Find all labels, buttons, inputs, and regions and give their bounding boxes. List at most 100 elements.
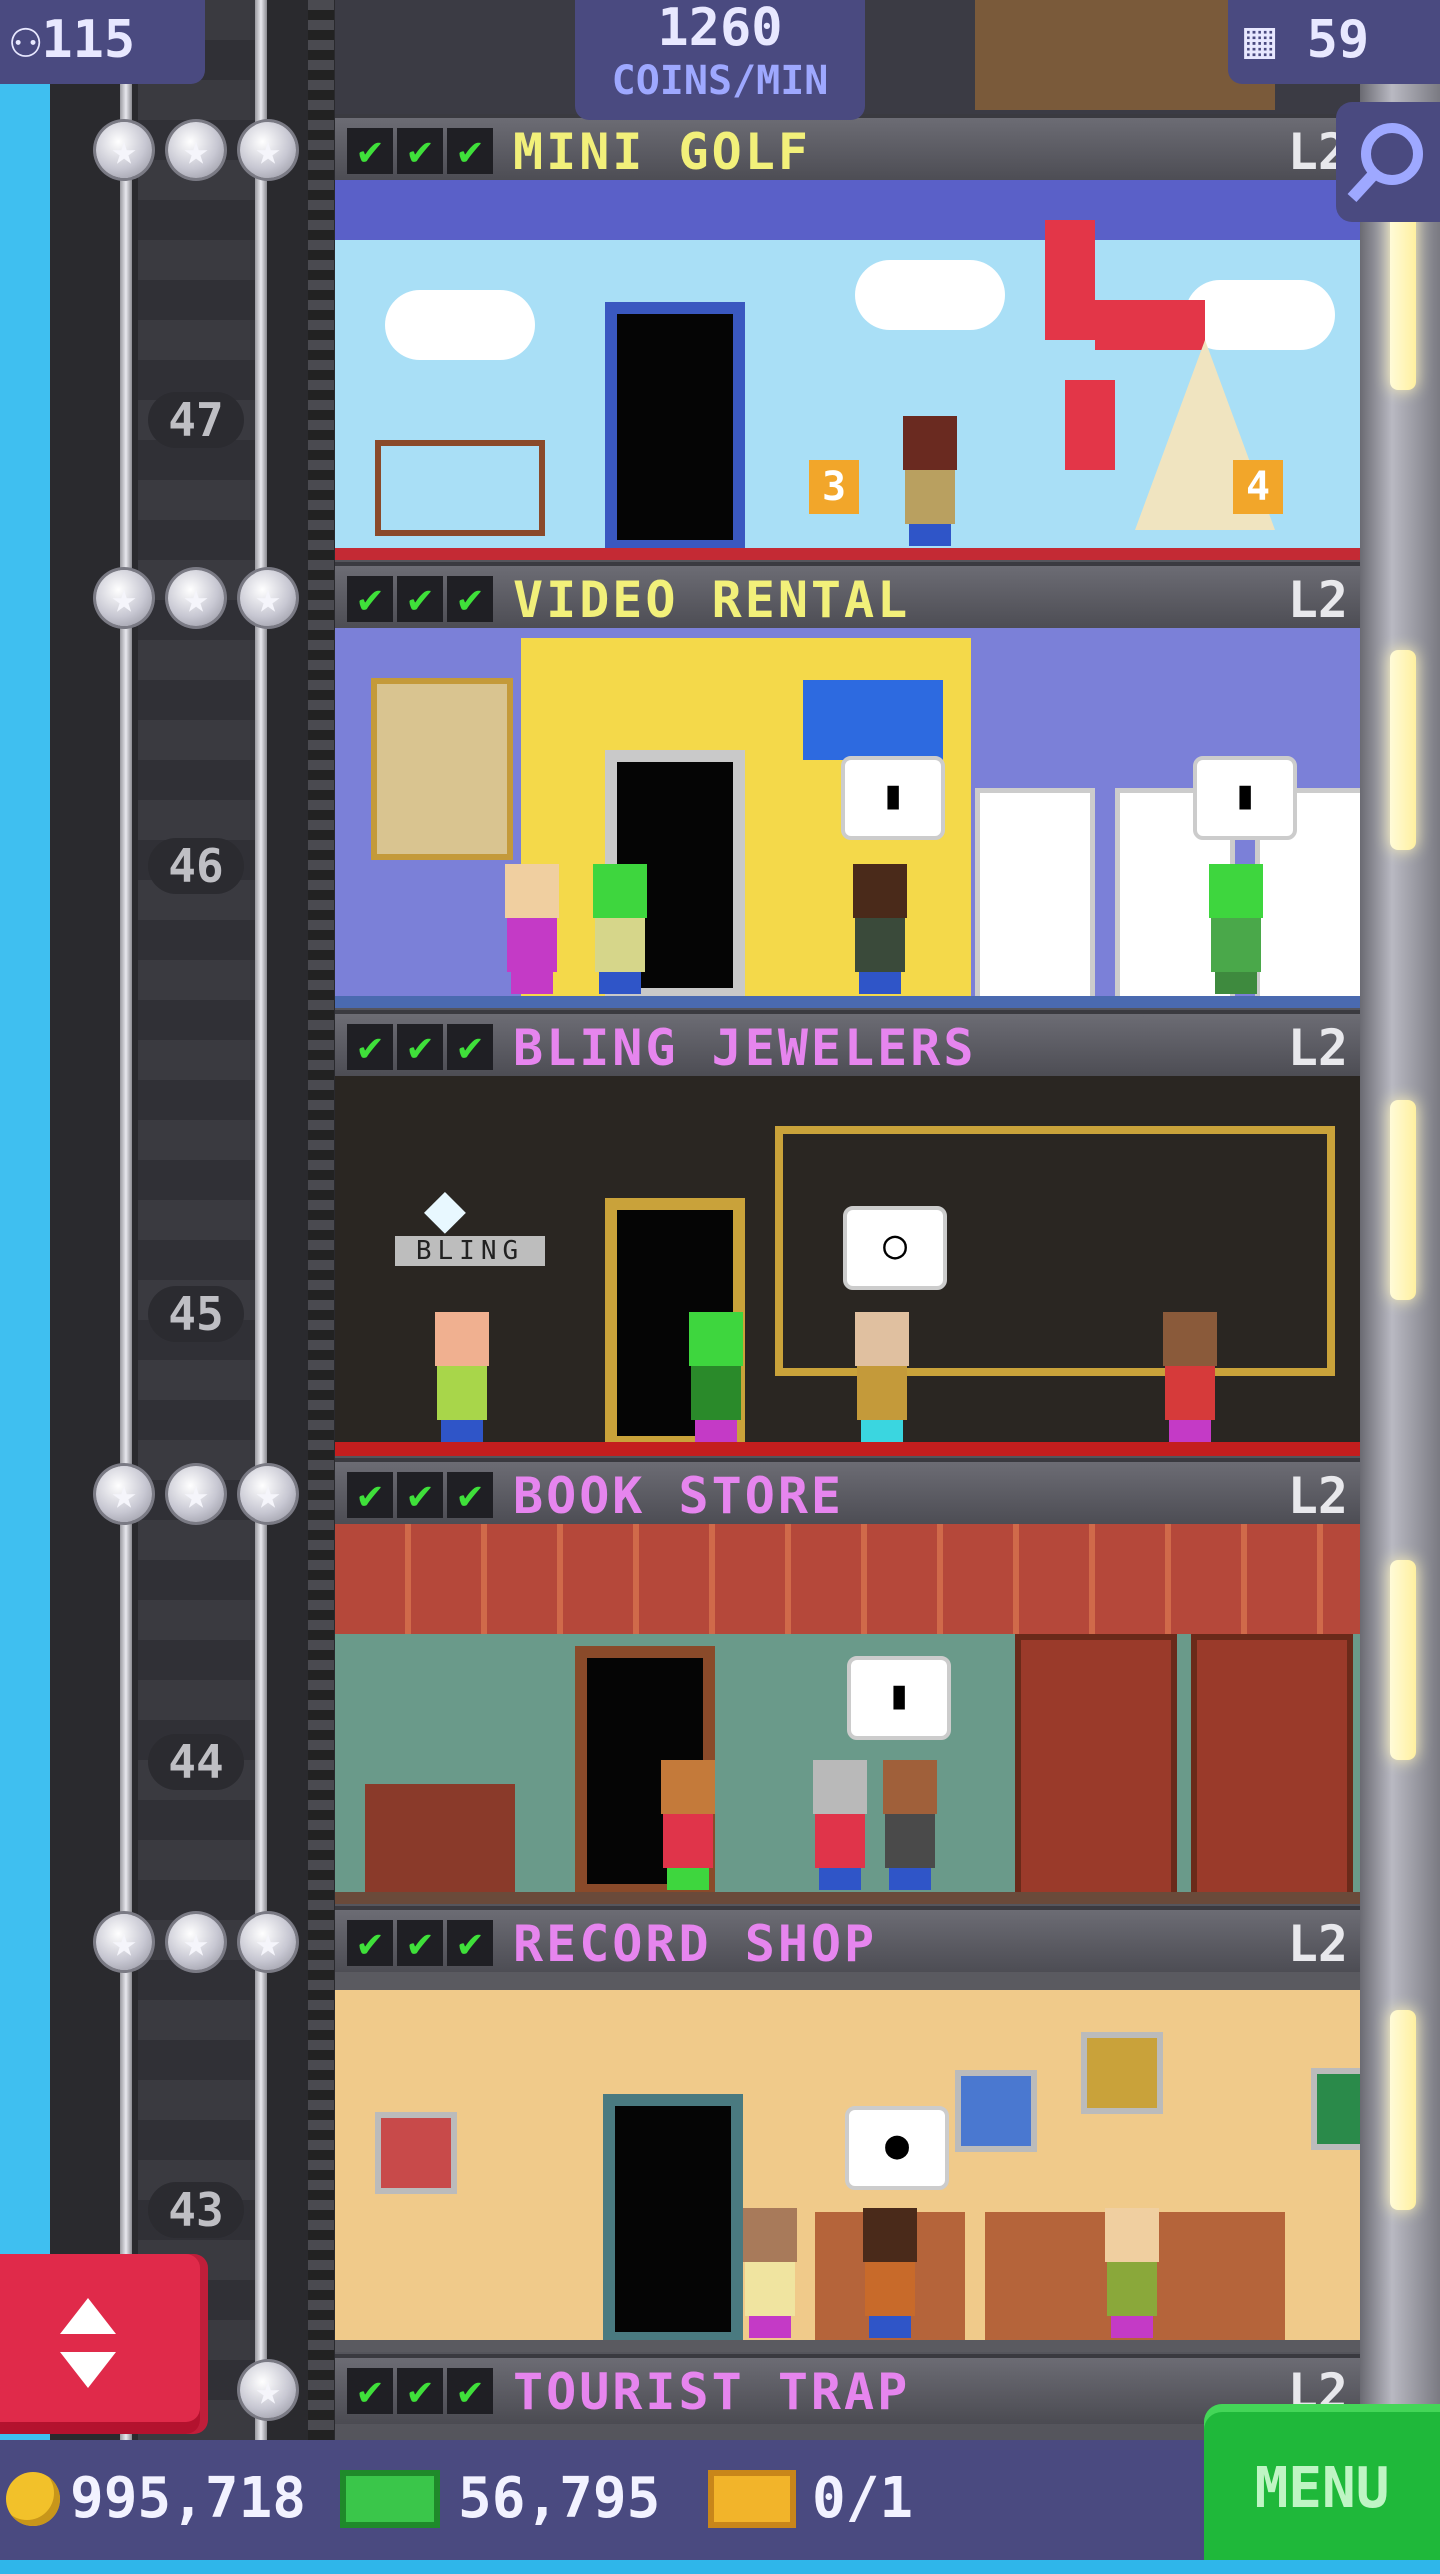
check-icon: ✔ xyxy=(347,1024,393,1070)
check-icon: ✔ xyxy=(397,1024,443,1070)
floor-name: MINI GOLF xyxy=(513,123,811,181)
bitizen[interactable] xyxy=(585,864,655,994)
bitizen[interactable] xyxy=(805,1760,875,1890)
coin-balance[interactable]: 995,718 xyxy=(70,2466,306,2532)
ceiling xyxy=(335,180,1360,240)
sky xyxy=(0,0,50,2560)
bitizen[interactable] xyxy=(847,1312,917,1442)
coins-per-min-value: 1260 xyxy=(657,0,783,58)
record-frame xyxy=(375,2112,457,2194)
floor-carpet xyxy=(335,548,1360,560)
wall-light xyxy=(1390,2010,1416,2210)
vip-count[interactable]: 0/1 xyxy=(812,2466,913,2532)
room-mini-golf[interactable]: 3 4 xyxy=(335,180,1360,560)
star-icon xyxy=(96,1466,152,1522)
star-icon xyxy=(240,1466,296,1522)
bitizen[interactable] xyxy=(735,2208,805,2338)
check-group: ✔ ✔ ✔ xyxy=(347,1920,493,1966)
floor-name: BOOK STORE xyxy=(513,1467,845,1525)
thought-bubble[interactable]: ▮ xyxy=(1193,756,1297,840)
bitizen[interactable] xyxy=(875,1760,945,1890)
club-rack xyxy=(375,440,545,536)
floor-level: L2 xyxy=(1287,571,1348,629)
bitizen[interactable] xyxy=(895,416,965,546)
check-icon: ✔ xyxy=(397,576,443,622)
bitizen[interactable] xyxy=(681,1312,751,1442)
floor-name: RECORD SHOP xyxy=(513,1915,878,1973)
bookshelf xyxy=(1015,1634,1177,1904)
menu-button[interactable]: MENU xyxy=(1204,2404,1440,2560)
floor-level: L2 xyxy=(1287,1915,1348,1973)
floor-header-bling-jewelers[interactable]: ✔ ✔ ✔ BLING JEWELERS L2 xyxy=(335,1010,1360,1080)
coins-per-min-panel[interactable]: 1260 COINS/MIN xyxy=(575,0,865,120)
check-icon: ✔ xyxy=(347,1472,393,1518)
bitizen[interactable] xyxy=(855,2208,925,2338)
check-icon: ✔ xyxy=(397,128,443,174)
book-table xyxy=(365,1784,515,1894)
floor-carpet xyxy=(335,1892,1360,1904)
floor-number: 44 xyxy=(148,1734,244,1790)
ceiling-track xyxy=(335,1972,1360,1990)
bitizen[interactable] xyxy=(427,1312,497,1442)
coin-icon xyxy=(6,2472,60,2526)
room-door[interactable] xyxy=(603,2094,743,2344)
room-video-rental[interactable]: ▮ ▮ xyxy=(335,628,1360,1008)
check-icon: ✔ xyxy=(397,2368,443,2414)
floor-header-video-rental[interactable]: ✔ ✔ ✔ VIDEO RENTAL L2 xyxy=(335,562,1360,632)
room-bling-jewelers[interactable]: ◆ BLING ○ xyxy=(335,1076,1360,1456)
rail-right xyxy=(255,0,267,2440)
magnifier-icon xyxy=(1347,123,1423,203)
thought-bubble[interactable]: ▮ xyxy=(847,1656,951,1740)
room-book-store[interactable]: ▮ xyxy=(335,1524,1360,1904)
population-counter[interactable]: ⚇115 xyxy=(0,0,205,84)
floor-carpet xyxy=(335,2340,1360,2352)
floor-level: L2 xyxy=(1287,1019,1348,1077)
check-group: ✔ ✔ ✔ xyxy=(347,576,493,622)
diamond-icon: ◆ xyxy=(423,1166,467,1248)
star-icon xyxy=(168,122,224,178)
elevator-shaft[interactable] xyxy=(50,0,335,2440)
floor-number: 45 xyxy=(148,1286,244,1342)
bitizen[interactable] xyxy=(845,864,915,994)
cloud-decor xyxy=(855,260,1005,330)
room-door[interactable] xyxy=(605,302,745,552)
bitizen[interactable] xyxy=(1201,864,1271,994)
floor-name: TOURIST TRAP xyxy=(513,2363,911,2421)
elevator-button[interactable] xyxy=(0,2254,200,2434)
floor-header-record-shop[interactable]: ✔ ✔ ✔ RECORD SHOP L2 xyxy=(335,1906,1360,1976)
store-sign: BLING xyxy=(395,1236,545,1266)
room-record-shop[interactable]: ● xyxy=(335,1972,1360,2352)
windmill-blade xyxy=(1065,380,1115,470)
check-group: ✔ ✔ ✔ xyxy=(347,128,493,174)
cloud-decor xyxy=(385,290,535,360)
check-icon: ✔ xyxy=(447,1920,493,1966)
bitizen[interactable] xyxy=(653,1760,723,1890)
thought-bubble[interactable]: ○ xyxy=(843,1206,947,1290)
floor-count-value: 59 xyxy=(1306,10,1370,70)
thought-bubble[interactable]: ▮ xyxy=(841,756,945,840)
star-icon xyxy=(240,2362,296,2418)
bux-balance[interactable]: 56,795 xyxy=(458,2466,660,2532)
brick-wall xyxy=(335,1524,1360,1634)
check-icon: ✔ xyxy=(447,2368,493,2414)
golf-hole-sign: 3 xyxy=(809,460,859,514)
bitizen[interactable] xyxy=(497,864,567,994)
floor-counter[interactable]: ▦ 59 xyxy=(1228,0,1440,84)
floor-carpet xyxy=(335,1442,1360,1456)
zoom-button[interactable] xyxy=(1336,102,1440,222)
floor-header-mini-golf[interactable]: ✔ ✔ ✔ MINI GOLF L2 xyxy=(335,114,1360,184)
star-icon xyxy=(240,122,296,178)
check-icon: ✔ xyxy=(397,1472,443,1518)
floor-number: 43 xyxy=(148,2182,244,2238)
vip-ticket-icon xyxy=(708,2470,796,2528)
floor-number: 46 xyxy=(148,838,244,894)
thought-bubble[interactable]: ● xyxy=(845,2106,949,2190)
floor-header-book-store[interactable]: ✔ ✔ ✔ BOOK STORE L2 xyxy=(335,1458,1360,1528)
coins-per-min-label: COINS/MIN xyxy=(611,58,829,104)
golf-hole-sign: 4 xyxy=(1233,460,1283,514)
bitizen[interactable] xyxy=(1097,2208,1167,2338)
up-down-arrows-icon xyxy=(60,2298,116,2388)
check-icon: ✔ xyxy=(447,576,493,622)
elevator-car-column xyxy=(138,0,256,2440)
bitizen[interactable] xyxy=(1155,1312,1225,1442)
